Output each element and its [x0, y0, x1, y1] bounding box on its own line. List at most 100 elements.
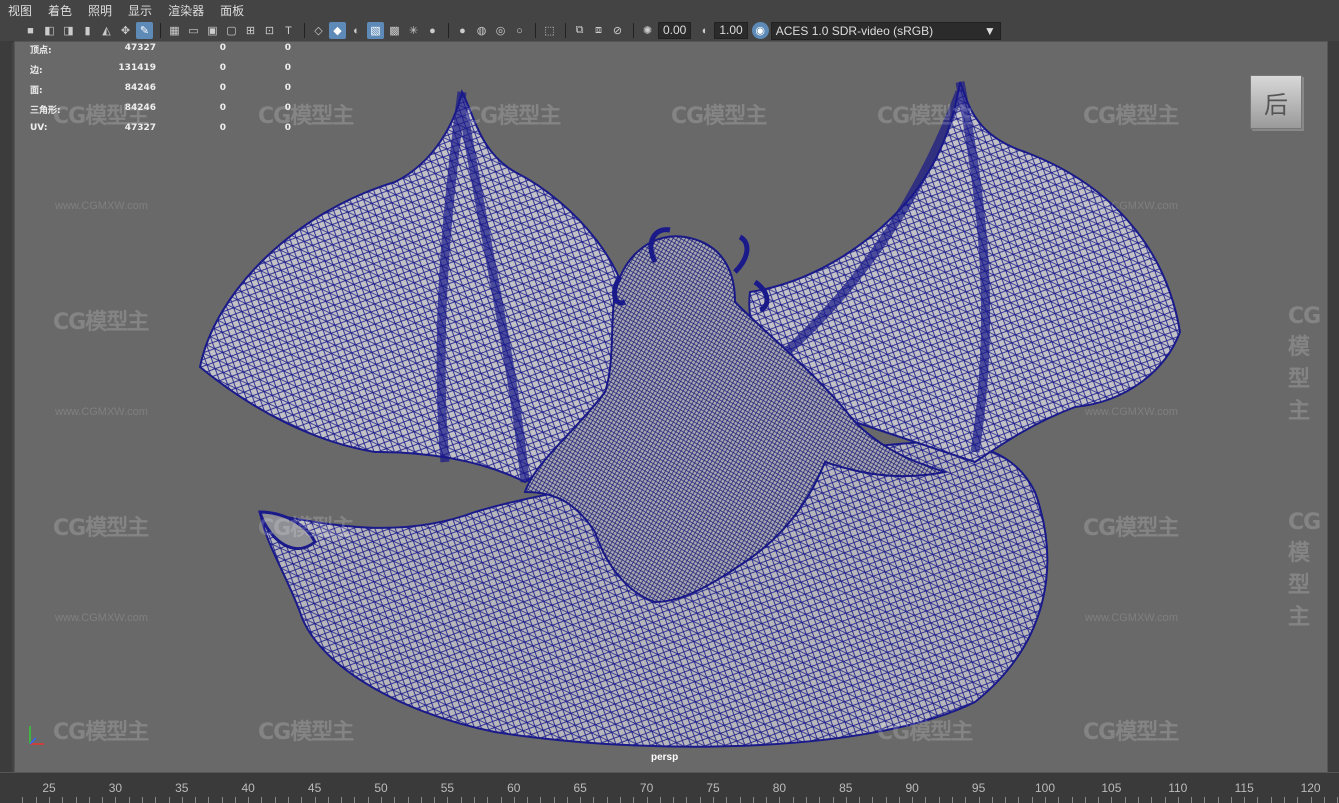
xray-icon[interactable]: ⧉	[571, 22, 588, 39]
timeline-tick-label: 45	[307, 781, 322, 795]
timeline-tick-mark	[925, 797, 927, 803]
default-material-icon[interactable]: ◐	[348, 22, 365, 39]
timeline-tick-mark	[434, 797, 436, 803]
image-plane-icon[interactable]: ◭	[98, 22, 115, 39]
gamma-icon[interactable]: ◖	[695, 22, 712, 39]
timeline-tick-mark	[1045, 797, 1046, 803]
grid-icon[interactable]: ▦	[166, 22, 183, 39]
menu-show[interactable]: 显示	[120, 2, 160, 19]
watermark: CG模型主	[1083, 104, 1179, 129]
hud-row-triangles: 三角形: 84246 0 0	[30, 103, 291, 116]
menu-view[interactable]: 视图	[0, 2, 40, 19]
timeline-tick-mark	[35, 797, 37, 803]
timeline-tick-mark	[354, 797, 356, 803]
watermark: CG模型主	[465, 104, 561, 129]
timeline-tick-mark	[673, 797, 675, 803]
watermark-url: www.CGMXW.com	[55, 612, 148, 624]
view-cube[interactable]: 后	[1250, 75, 1302, 129]
timeline-tick-mark	[686, 797, 688, 803]
menu-panels[interactable]: 面板	[212, 2, 252, 19]
resolution-gate-icon[interactable]: ▣	[204, 22, 221, 39]
timeline-tick-mark	[420, 797, 422, 803]
timeline-tick-mark	[938, 797, 940, 803]
watermark: CG模型主	[877, 104, 973, 129]
timeline-tick-mark	[1310, 797, 1312, 803]
timeline-tick-mark	[792, 797, 794, 803]
timeline-tick-label: 75	[706, 781, 720, 795]
timeline-tick-mark	[367, 797, 369, 803]
wireframe-icon[interactable]: ◇	[310, 22, 327, 39]
camera-icon[interactable]: ■	[22, 22, 39, 39]
timeline-tick-mark	[102, 797, 104, 803]
timeline-tick-mark	[1217, 797, 1219, 803]
textured-icon[interactable]: ▩	[386, 22, 403, 39]
timeline-tick-mark	[1124, 797, 1126, 803]
exposure-icon[interactable]: ✺	[639, 22, 656, 39]
timeline-tick-mark	[699, 797, 701, 803]
timeline-tick-mark	[553, 797, 555, 803]
time-slider[interactable]: 25 30 35 40 45 50 55 60 65 70 75 80 85 90 95 100 105 110 1…	[0, 772, 1339, 803]
timeline-tick-mark	[115, 797, 117, 803]
xray-joints-icon[interactable]: ⧈	[590, 22, 607, 39]
timeline-tick-mark	[1137, 797, 1139, 803]
panel-toolbar: ■ ◧ ◨ ▮ ◭ ✥ ✎ ▦ ▭ ▣ ▢ ⊞ ⊡ T ◇ ◆ ◐ ▧ ▩ ✳ …	[0, 20, 1339, 42]
timeline-tick-mark	[752, 797, 754, 803]
timeline-tick-mark	[314, 797, 316, 803]
timeline-tick-label: 60	[507, 781, 521, 795]
timeline-tick-mark	[566, 797, 568, 803]
view-transform-select[interactable]: ACES 1.0 SDR-video (sRGB) ▼	[770, 21, 1001, 40]
wireframe-on-shaded-icon[interactable]: ▧	[367, 22, 384, 39]
gamma-field[interactable]: 1.00	[714, 22, 748, 39]
menu-renderer[interactable]: 渲染器	[160, 2, 212, 19]
timeline-tick-label: 110	[1168, 781, 1188, 795]
film-gate-icon[interactable]: ▭	[185, 22, 202, 39]
motion-blur-icon[interactable]: ◍	[473, 22, 490, 39]
perspective-viewport[interactable]: CG模型主 CG模型主 CG模型主 CG模型主 CG模型主 CG模型主 CG模型…	[14, 41, 1328, 774]
hud-row-vertices: 顶点: 47327 0 0	[30, 43, 291, 56]
watermark: CG模型主	[877, 720, 973, 745]
exposure-field[interactable]: 0.00	[658, 22, 692, 39]
timeline-tick-mark	[606, 797, 608, 803]
watermark-url: www.CGMXW.com	[55, 406, 148, 418]
timeline-tick-label: 65	[573, 781, 587, 795]
timeline-tick-mark	[49, 797, 50, 803]
timeline-tick-mark	[952, 797, 954, 803]
timeline-tick-mark	[1018, 797, 1020, 803]
timeline-tick-label: 40	[241, 781, 255, 795]
lights-icon[interactable]: ✳	[405, 22, 422, 39]
menu-shading[interactable]: 着色	[40, 2, 80, 19]
camera-lock-icon[interactable]: ◨	[60, 22, 77, 39]
grease-pencil-icon[interactable]: ✎	[136, 22, 153, 39]
depth-of-field-icon[interactable]: ○	[511, 22, 528, 39]
smooth-shade-icon[interactable]: ◆	[329, 22, 346, 39]
color-management-icon[interactable]: ◉	[751, 22, 769, 39]
anti-alias-icon[interactable]: ◎	[492, 22, 509, 39]
timeline-tick-label: 35	[175, 781, 189, 795]
chevron-down-icon: ▼	[983, 23, 996, 38]
field-chart-icon[interactable]: ⊞	[242, 22, 259, 39]
timeline-tick-mark	[288, 797, 290, 803]
safe-title-icon[interactable]: T	[280, 22, 297, 39]
timeline-tick-mark	[1323, 797, 1325, 803]
timeline-tick-mark	[447, 797, 449, 803]
camera-attr-icon[interactable]: ◧	[41, 22, 58, 39]
isolate-select-icon[interactable]: ⬚	[541, 22, 558, 39]
backface-culling-icon[interactable]: ⊘	[609, 22, 626, 39]
hud-row-edges: 边: 131419 0 0	[30, 63, 291, 76]
timeline-tick-mark	[620, 797, 622, 803]
watermark: CG模型主	[1288, 510, 1321, 630]
bookmark-icon[interactable]: ▮	[79, 22, 96, 39]
safe-action-icon[interactable]: ⊡	[261, 22, 278, 39]
timeline-tick-mark	[208, 797, 210, 803]
gate-mask-icon[interactable]: ▢	[223, 22, 240, 39]
shadows-icon[interactable]: ●	[424, 22, 441, 39]
timeline-tick-mark	[713, 797, 714, 803]
timeline-tick-label: 100	[1034, 781, 1056, 795]
pan-zoom-icon[interactable]: ✥	[117, 22, 134, 39]
timeline-tick-mark	[234, 797, 236, 803]
menu-lighting[interactable]: 照明	[80, 2, 120, 19]
screen-space-ao-icon[interactable]: ●	[454, 22, 471, 39]
hud-row-uvs: UV: 47327 0 0	[30, 123, 291, 133]
timeline-tick-mark	[726, 797, 728, 803]
timeline-tick-mark	[633, 797, 635, 803]
